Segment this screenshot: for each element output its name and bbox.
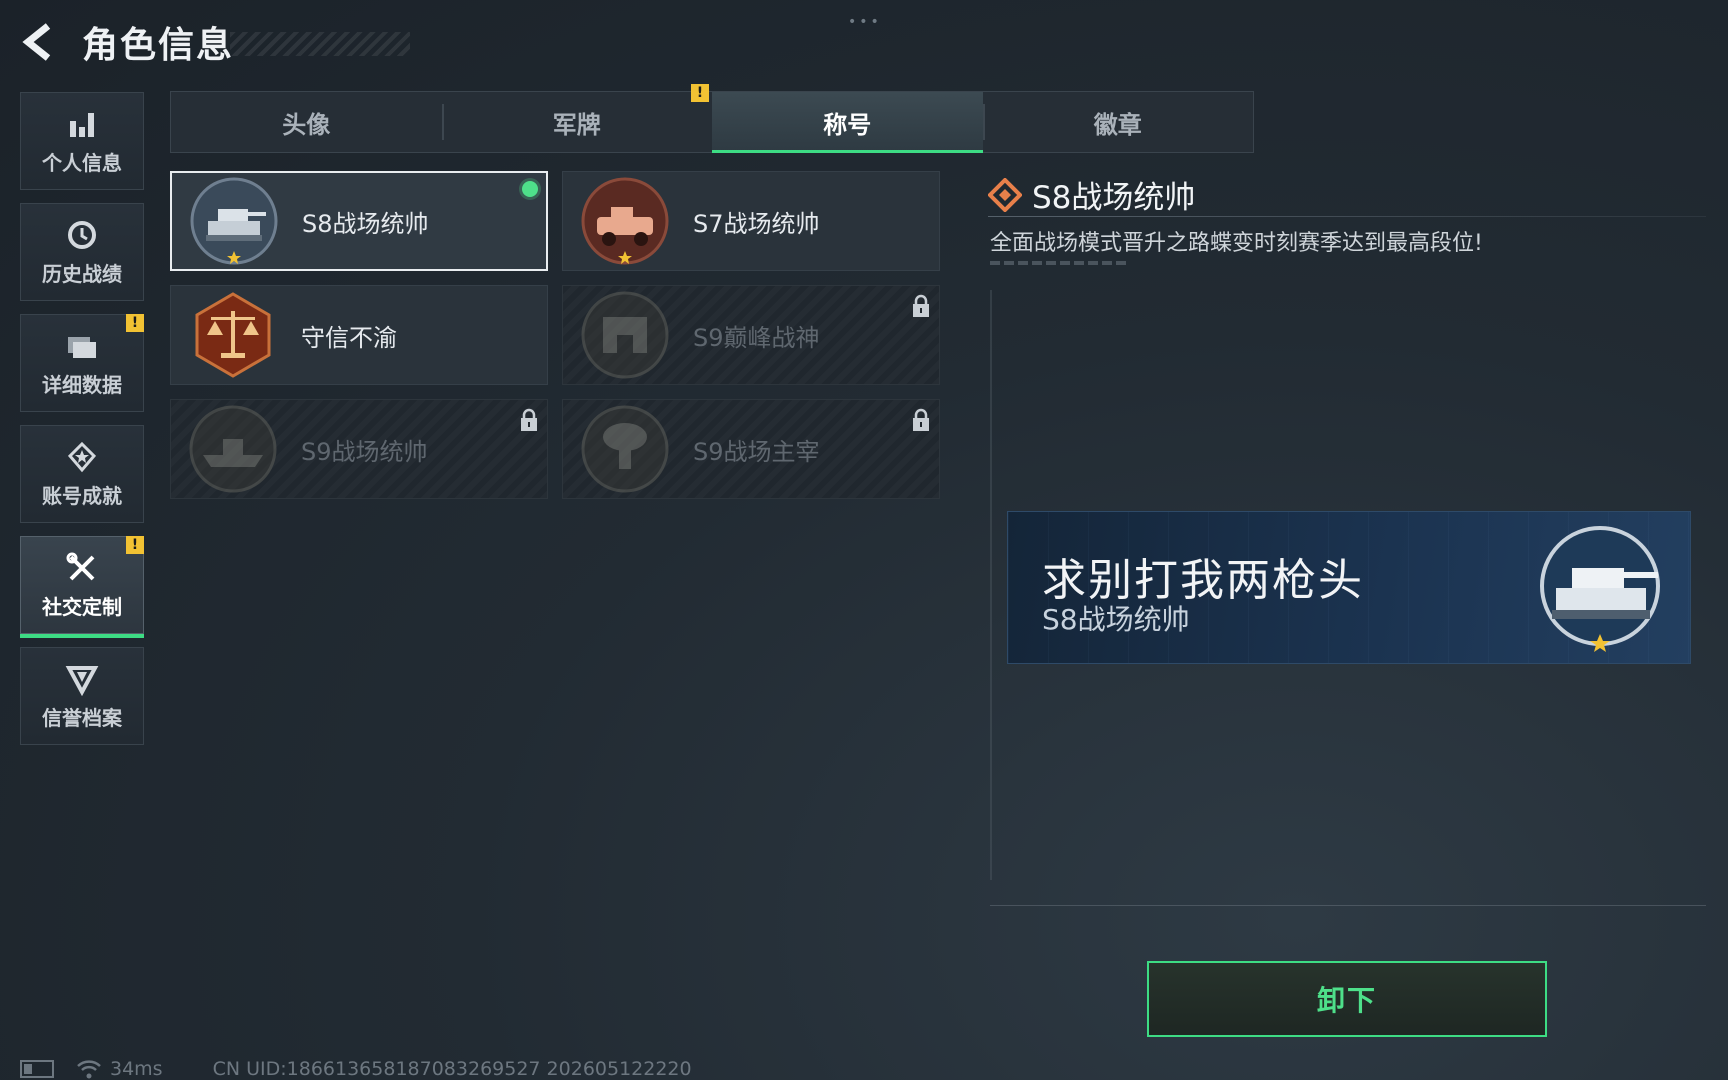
back-button[interactable] <box>18 20 62 64</box>
category-tabs: 头像 军牌 称号 徽章 <box>170 91 1254 153</box>
justice-scale-emblem-icon <box>195 292 271 378</box>
detail-header: S8战场统帅 <box>988 172 1195 217</box>
fortress-emblem-icon <box>581 291 669 379</box>
sidebar-item-label: 历史战绩 <box>42 261 122 286</box>
sidebar-item-label: 详细数据 <box>42 372 122 397</box>
title-decoration <box>230 32 410 56</box>
uid-text: CN UID:1866136581870832695​27 2026051222… <box>212 1058 692 1080</box>
title-card[interactable]: 守信不渝 <box>170 285 548 385</box>
sidebar-item-label: 个人信息 <box>42 150 122 175</box>
decoration <box>990 261 1126 265</box>
sidebar-item-credit-profile[interactable]: 信誉档案 <box>20 647 144 745</box>
bar-chart-icon <box>70 112 94 137</box>
equipped-indicator <box>522 181 538 197</box>
history-icon <box>68 220 96 249</box>
sidebar-item-label: 信誉档案 <box>42 705 122 730</box>
folder-icon <box>68 336 96 358</box>
sidebar-item-personal-info[interactable]: 个人信息 <box>20 92 144 190</box>
frame-line <box>990 905 1706 906</box>
title-name: S7战场统帅 <box>693 209 820 238</box>
unequip-button[interactable]: 卸下 <box>1147 961 1547 1037</box>
top-handle: ••• <box>848 14 882 30</box>
title-name: S8战场统帅 <box>302 209 429 238</box>
status-bar: 34ms CN UID:1866136581870832695​27 20260… <box>20 1058 692 1080</box>
tab-label: 头像 <box>282 110 331 139</box>
title-list: S8战场统帅 S7战场统帅 守信不渝 S9巅峰战神 S9战场统帅 S9战场主宰 <box>170 171 940 499</box>
alert-badge: ! <box>126 536 144 554</box>
title-card[interactable]: S7战场统帅 <box>562 171 940 271</box>
tab-label: 军牌 <box>552 110 601 139</box>
achievement-icon <box>67 441 97 472</box>
sidebar-item-history[interactable]: 历史战绩 <box>20 203 144 301</box>
tab-title[interactable]: 称号 <box>712 92 983 153</box>
title-name: S9巅峰战神 <box>693 323 820 352</box>
title-card[interactable]: S9战场统帅 <box>170 399 548 499</box>
sidebar-item-detailed-data[interactable]: 详细数据 ! <box>20 314 144 412</box>
title-name: S9战场统帅 <box>301 437 428 466</box>
armored-car-emblem-icon <box>581 177 669 265</box>
tools-icon <box>66 552 95 580</box>
page-title: 角色信息 <box>82 25 235 66</box>
mushroom-cloud-emblem-icon <box>581 405 669 493</box>
wifi-icon <box>77 1060 101 1079</box>
tab-badge[interactable]: 徽章 <box>982 92 1254 152</box>
tab-dog-tag[interactable]: 军牌 <box>441 92 713 152</box>
lock-icon <box>913 294 929 317</box>
sidebar-item-label: 账号成就 <box>42 483 122 508</box>
detail-description: 全面战场模式晋升之路蝶变时刻赛季达到最高段位! <box>990 231 1483 256</box>
tab-avatar[interactable]: 头像 <box>171 92 442 152</box>
divider <box>988 216 1706 217</box>
lock-icon <box>913 408 929 431</box>
tank-emblem-icon <box>1540 526 1660 652</box>
sidebar-item-achievements[interactable]: 账号成就 <box>20 425 144 523</box>
detail-title: S8战场统帅 <box>1032 180 1196 216</box>
battery-icon <box>20 1060 54 1078</box>
title-card[interactable]: S8战场统帅 <box>170 171 548 271</box>
sidebar-item-social-custom[interactable]: 社交定制 ! <box>20 536 144 638</box>
banner-title: S8战场统帅 <box>1042 603 1190 636</box>
alert-badge: ! <box>126 314 144 332</box>
frame-line <box>990 290 992 880</box>
alert-badge: ! <box>691 84 709 102</box>
ping-value: 34ms <box>110 1058 163 1080</box>
title-name: 守信不渝 <box>301 323 397 352</box>
sidebar: 个人信息 历史战绩 详细数据 ! 账号成就 社交定制 ! 信誉档案 <box>20 92 144 758</box>
title-preview-banner: 求别打我两枪头 S8战场统帅 <box>1007 511 1691 664</box>
tank-emblem-icon <box>190 177 278 265</box>
shield-icon <box>65 665 99 696</box>
back-arrow-icon <box>22 23 51 61</box>
sidebar-item-label: 社交定制 <box>42 594 122 619</box>
tab-label: 徽章 <box>1093 110 1142 139</box>
title-name: S9战场主宰 <box>693 437 820 466</box>
tab-label: 称号 <box>823 110 872 139</box>
title-card[interactable]: S9巅峰战神 <box>562 285 940 385</box>
title-card[interactable]: S9战场主宰 <box>562 399 940 499</box>
unequip-label: 卸下 <box>1316 984 1377 1017</box>
lock-icon <box>521 408 537 431</box>
diamond-icon <box>988 177 1022 212</box>
warship-emblem-icon <box>189 405 277 493</box>
